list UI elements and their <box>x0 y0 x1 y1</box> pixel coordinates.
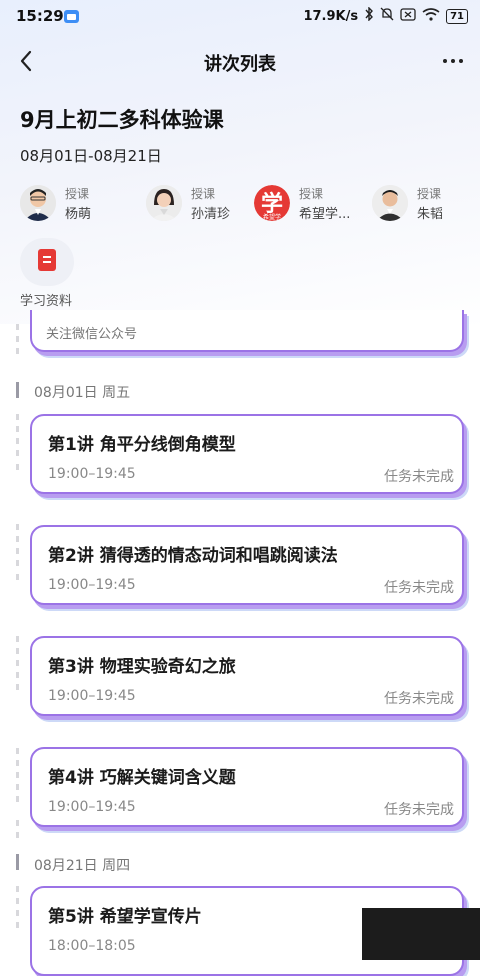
status-right-group: 17.9K/s 71 <box>303 6 468 25</box>
wechat-card-text: 关注微信公众号 <box>46 327 138 342</box>
sim-icon <box>400 7 416 25</box>
nav-bar: 讲次列表 <box>0 40 480 84</box>
lesson-card[interactable]: 第1讲 角平分线倒角模型 19:00–19:45 任务未完成 <box>30 414 464 494</box>
lesson-status: 任务未完成 <box>384 580 454 596</box>
lesson-card[interactable]: 第2讲 猜得透的情态动词和唱跳阅读法 19:00–19:45 任务未完成 <box>30 525 464 605</box>
avatar <box>146 185 182 221</box>
lesson-time: 19:00–19:45 <box>48 799 136 815</box>
page-title: 讲次列表 <box>204 54 276 75</box>
network-speed: 17.9K/s <box>303 8 359 24</box>
course-title: 9月上初二多科体验课 <box>20 108 224 132</box>
teacher-name: 希望学... <box>299 207 351 222</box>
date-header: 08月21日 周四 <box>34 858 131 874</box>
lesson-status: 任务未完成 <box>384 469 454 485</box>
bluetooth-icon <box>364 6 374 25</box>
document-icon <box>38 249 56 271</box>
avatar <box>372 185 408 221</box>
lesson-time: 19:00–19:45 <box>48 577 136 593</box>
lesson-time: 18:00–18:05 <box>48 938 136 954</box>
teacher-role: 授课 <box>65 187 90 201</box>
lesson-time: 19:00–19:45 <box>48 688 136 704</box>
teacher-item[interactable]: 授课 朱韬 <box>372 183 480 225</box>
teacher-role: 授课 <box>191 187 216 201</box>
mute-icon <box>380 7 394 25</box>
course-dates: 08月01日-08月21日 <box>20 147 162 165</box>
battery-icon: 71 <box>446 8 468 24</box>
lesson-title: 第5讲 希望学宣传片 <box>48 907 202 927</box>
lesson-title: 第2讲 猜得透的情态动词和唱跳阅读法 <box>48 546 338 566</box>
teacher-list: 授课 杨萌 授课 孙清珍 学 希望学 授课 希望学... 授课 朱韬 <box>20 183 470 225</box>
wifi-icon <box>422 7 440 25</box>
lesson-time: 19:00–19:45 <box>48 466 136 482</box>
study-materials-label: 学习资料 <box>20 294 73 309</box>
date-header: 08月01日 周五 <box>34 385 131 401</box>
lesson-status: 任务未完成 <box>384 802 454 818</box>
more-button[interactable] <box>438 48 468 74</box>
timeline <box>16 324 19 960</box>
lesson-status: 任务未完成 <box>384 691 454 707</box>
teacher-name: 杨萌 <box>65 207 92 222</box>
lesson-title: 第4讲 巧解关键词含义题 <box>48 768 236 788</box>
study-materials[interactable]: 学习资料 <box>20 238 80 309</box>
xiwangxue-logo: 学 希望学 <box>254 185 290 221</box>
avatar <box>20 185 56 221</box>
teacher-name: 孙清珍 <box>191 207 231 222</box>
teacher-item[interactable]: 学 希望学 授课 希望学... <box>254 183 364 225</box>
teacher-role: 授课 <box>299 187 324 201</box>
teacher-role: 授课 <box>417 187 442 201</box>
study-materials-button[interactable] <box>20 238 74 286</box>
lesson-card[interactable]: 第3讲 物理实验奇幻之旅 19:00–19:45 任务未完成 <box>30 636 464 716</box>
status-time: 15:29 <box>16 7 64 25</box>
app-icon <box>64 10 79 23</box>
wechat-card[interactable]: 关注微信公众号 <box>30 310 464 352</box>
lesson-list[interactable]: 关注微信公众号 08月01日 周五 第1讲 角平分线倒角模型 19:00–19:… <box>0 310 480 976</box>
lesson-title: 第1讲 角平分线倒角模型 <box>48 435 236 455</box>
teacher-name: 朱韬 <box>417 207 444 222</box>
status-bar: 15:29 17.9K/s 71 <box>0 0 480 34</box>
more-dots-icon <box>443 59 447 63</box>
lesson-card[interactable]: 第4讲 巧解关键词含义题 19:00–19:45 任务未完成 <box>30 747 464 827</box>
lesson-title: 第3讲 物理实验奇幻之旅 <box>48 657 236 677</box>
overlay-shadow <box>362 908 480 960</box>
teacher-item[interactable]: 授课 孙清珍 <box>146 183 256 225</box>
teacher-item[interactable]: 授课 杨萌 <box>20 183 130 225</box>
